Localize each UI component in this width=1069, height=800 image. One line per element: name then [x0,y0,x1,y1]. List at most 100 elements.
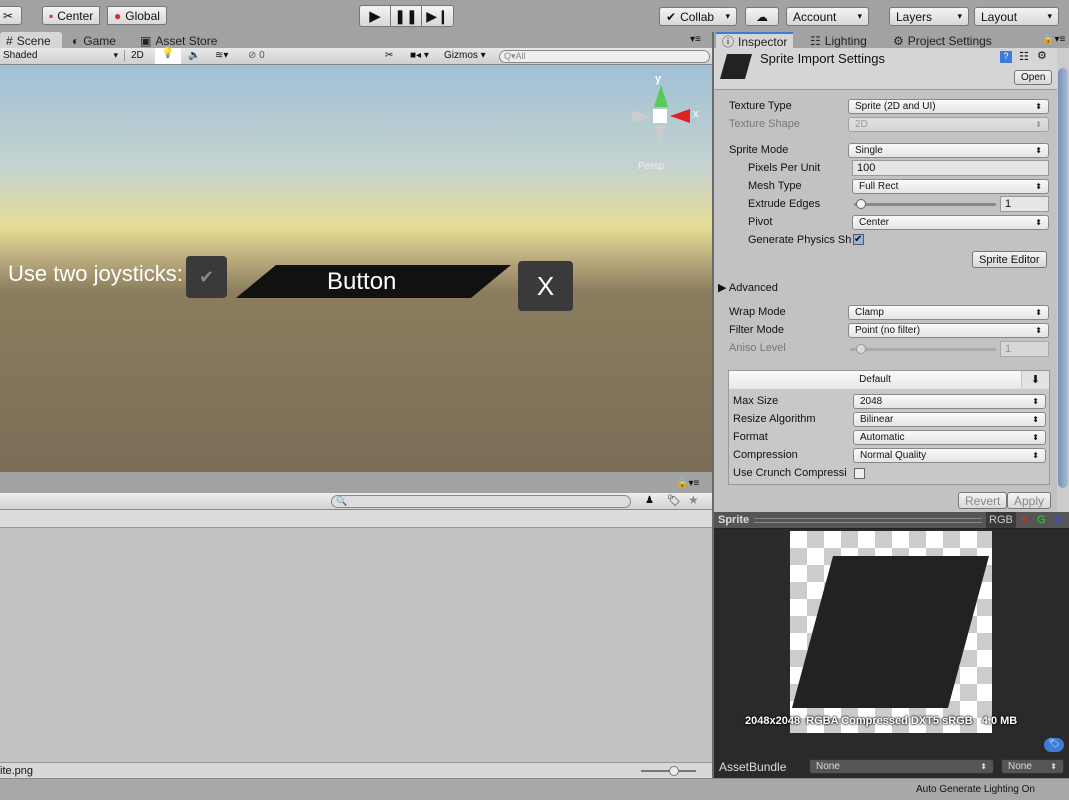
play-button[interactable]: ▶ [359,5,391,27]
pivot-label: Pivot [748,216,773,228]
search-placeholder: All [515,51,526,61]
physics-shape-checkbox[interactable]: ✔ [853,234,864,245]
ppu-input[interactable]: 100 [852,160,1049,176]
texture-type-dropdown[interactable]: Sprite (2D and UI) [848,99,1049,114]
layers-dropdown[interactable]: Layers [889,7,969,26]
assetbundle-variant-value: None [1008,761,1032,772]
project-footer: ite.png [0,762,712,778]
sprite-editor-button[interactable]: Sprite Editor [972,251,1047,268]
shading-dropdown[interactable]: Shaded [3,50,118,61]
pivot-dropdown[interactable]: Center [852,215,1049,230]
resize-dropdown[interactable]: Bilinear [853,412,1046,427]
advanced-label: Advanced [728,282,778,294]
persp-label[interactable]: Persp [638,161,664,172]
revert-button[interactable]: Revert [958,492,1008,509]
settings-gear-icon[interactable]: ⚙ [1037,49,1047,62]
step-button[interactable]: ▶❙ [421,5,454,27]
presets-icon[interactable]: ☷ [1019,50,1029,63]
hidden-objects-toggle[interactable]: ⊘ 0 [248,50,265,61]
scene-gizmo[interactable]: y x Persp [630,73,700,172]
filter-label-icon[interactable]: 🏷 [667,494,681,507]
joystick-checkbox[interactable]: ✔ [186,256,227,298]
format-value: Automatic [860,432,905,443]
panel-menu-icon[interactable]: ▾≡ [690,34,701,45]
scene-view[interactable]: Use two joysticks: ✔ Button X y x Persp [0,65,712,472]
pause-button[interactable]: ❚❚ [390,5,422,27]
gizmos-dropdown[interactable]: Gizmos ▾ [444,50,486,61]
preview-header[interactable]: Sprite RGB R G B [714,512,1069,529]
channel-b-button[interactable]: B [1054,514,1061,526]
tab-scene[interactable]: # Scene [0,32,62,49]
tab-inspector[interactable]: ⓘ Inspector [716,32,794,49]
sprite-thumbnail [720,54,752,79]
advanced-foldout[interactable]: ▶ Advanced [718,281,778,294]
filter-mode-dropdown[interactable]: Point (no filter) [848,323,1049,338]
inspector-scrollbar[interactable] [1057,48,1069,512]
toggle-2d-button[interactable]: 2D [124,50,144,61]
favorite-star-icon[interactable]: ★ [688,493,699,507]
platform-tab-default[interactable]: Default [729,371,1021,389]
camera-dropdown-icon[interactable]: ■◂ ▾ [410,50,429,61]
lock-icon[interactable]: 🔒▾≡ [676,478,699,489]
mesh-type-dropdown[interactable]: Full Rect [852,179,1049,194]
slider-thumb[interactable] [856,199,866,209]
gizmo-x-cone[interactable] [670,109,690,123]
selected-file-path: ite.png [0,765,34,777]
close-button-sprite[interactable]: X [518,261,573,311]
tab-game[interactable]: ◐ Game [66,32,122,49]
slider-thumb[interactable] [669,766,679,776]
sprite-preview-image [790,531,992,733]
texture-shape-dropdown: 2D [848,117,1049,132]
scrollbar-thumb[interactable] [1058,68,1068,488]
extrude-slider[interactable] [854,199,996,209]
filter-type-icon[interactable]: ♟ [645,495,654,506]
assetbundle-name-dropdown[interactable]: None [809,759,994,774]
crunch-label: Use Crunch Compressi [733,467,847,479]
tab-project-settings[interactable]: ⚙ Project Settings [887,32,998,49]
pivot-global-button[interactable]: ● Global [107,6,167,25]
channel-r-button[interactable]: R [1020,514,1028,526]
help-icon[interactable]: ? [1000,51,1012,63]
label-tag-icon[interactable]: 🏷 [1044,738,1064,752]
compression-dropdown[interactable]: Normal Quality [853,448,1046,463]
tab-asset-store[interactable]: ▣ Asset Store [134,32,223,49]
inspector-lock-icon[interactable]: 🔒▾≡ [1042,34,1065,45]
channel-g-button[interactable]: G [1037,514,1046,526]
compression-label: Compression [733,449,798,461]
icon-size-slider[interactable] [641,766,696,776]
wrap-mode-dropdown[interactable]: Clamp [848,305,1049,320]
collab-dropdown[interactable]: ✔ Collab [659,7,737,26]
pivot-center-button[interactable]: ▪ Center [42,6,101,25]
crunch-checkbox[interactable] [854,468,865,479]
assetbundle-variant-dropdown[interactable]: None [1001,759,1064,774]
apply-button[interactable]: Apply [1007,492,1052,509]
preview-panel: Sprite RGB R G B 2048x2048 RGBA Compress… [714,512,1069,756]
gizmo-y-cone[interactable] [654,85,668,107]
scene-search-input[interactable]: Q▾All [499,50,710,63]
tools-icon[interactable]: ✂ [385,50,393,61]
cloud-button[interactable]: ☁ [745,7,779,26]
tools-button[interactable]: ✂ [0,6,22,25]
channel-rgb-button[interactable]: RGB [986,512,1016,528]
download-icon[interactable]: ⬇ [1022,371,1049,389]
extrude-input[interactable]: 1 [1000,196,1049,212]
open-button[interactable]: Open [1014,70,1053,85]
gizmo-center-cube[interactable] [653,109,667,123]
mesh-type-value: Full Rect [859,181,899,192]
center-icon: ▪ [49,8,54,23]
collab-label: Collab [680,9,715,24]
lighting-toggle-icon[interactable]: 💡 [155,48,181,64]
project-file-area[interactable] [0,528,712,762]
drag-handle[interactable] [754,518,982,523]
project-search-input[interactable]: 🔍 [331,495,631,508]
audio-toggle-icon[interactable]: 🔈 [188,50,200,61]
format-dropdown[interactable]: Automatic [853,430,1046,445]
sprite-mode-dropdown[interactable]: Single [848,143,1049,158]
layout-dropdown[interactable]: Layout [974,7,1059,26]
tab-lighting[interactable]: ☷ Lighting [804,32,873,49]
scene-toolbar: Shaded 2D 💡 🔈 ≋▾ ⊘ 0 ✂ ■◂ ▾ Gizmos ▾ Q▾A… [0,48,712,65]
account-dropdown[interactable]: Account [786,7,869,26]
effects-dropdown-icon[interactable]: ≋▾ [215,50,228,61]
check-circle-icon: ✔ [666,9,677,24]
max-size-dropdown[interactable]: 2048 [853,394,1046,409]
